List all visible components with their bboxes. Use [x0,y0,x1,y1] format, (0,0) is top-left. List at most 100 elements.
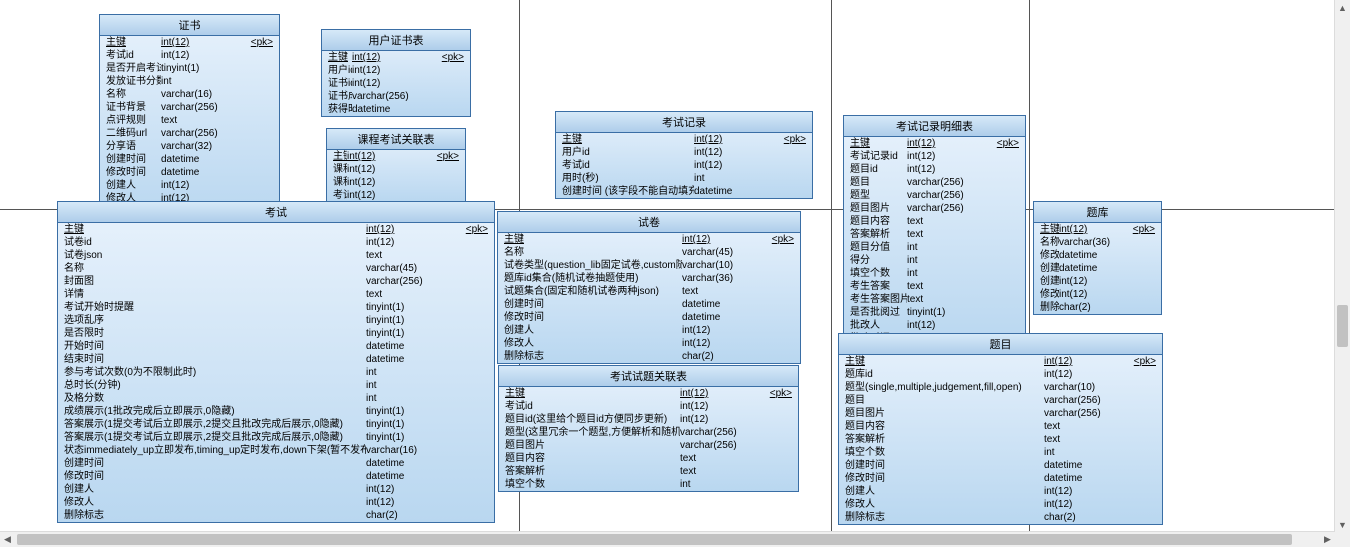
column-type: char(2) [682,350,766,363]
entity-title: 试卷 [498,212,800,233]
column-type: varchar(256) [907,176,991,189]
column-name: 用户id [328,64,352,77]
column-type: tinyint(1) [366,405,460,418]
column-row: 题目图片varchar(256) [844,202,1025,215]
column-type: tinyint(1) [366,418,460,431]
entity-cert[interactable]: 证书主键int(12)<pk>考试idint(12)是否开启考试证书tinyin… [99,14,280,219]
column-name: 主键 [845,355,1044,368]
scroll-up-icon[interactable]: ▲ [1335,0,1350,15]
column-type: int [680,478,764,491]
column-row: 主键int(12)<pk> [498,233,800,246]
column-row: 证书成品图urlvarchar(256) [322,90,470,103]
horizontal-scrollbar[interactable]: ◀ ▶ [0,531,1335,547]
column-name: 考试id [505,400,680,413]
column-row: 考生答案图片集合text [844,293,1025,306]
entity-exam[interactable]: 考试主键int(12)<pk>试卷idint(12)试卷jsontext名称va… [57,201,495,523]
column-row: 创建人int(12) [58,483,494,496]
column-key [1128,472,1156,485]
entity-title: 证书 [100,15,279,36]
column-key [460,353,488,366]
column-key [245,62,273,75]
column-row: 参与考试次数(0为不限制此时)int [58,366,494,379]
column-name: 批改人 [850,319,907,332]
column-type: int(12) [347,176,431,189]
entity-recdetail[interactable]: 考试记录明细表主键int(12)<pk>考试记录idint(12)题目idint… [843,115,1026,346]
column-key: <pk> [766,233,794,246]
column-row: 修改人int(12) [498,337,800,350]
column-name: 答案展示(1提交考试后立即展示,2提交且批改完成后展示,0隐藏) [64,431,366,444]
column-row: 修改时间datetime [498,311,800,324]
column-name: 修改人 [1040,288,1059,301]
column-name: 是否开启考试证书 [106,62,161,75]
entity-courserel[interactable]: 课程考试关联表主键int(12)<pk>课程idint(12)课程类型int(1… [326,128,466,203]
column-key [764,413,792,426]
scroll-thumb[interactable] [1337,305,1348,347]
column-type: int [366,379,460,392]
column-name: 证书背景 [106,101,161,114]
column-type: text [366,249,460,262]
column-row: 分享语varchar(32) [100,140,279,153]
column-name: 名称 [106,88,161,101]
entity-qlib[interactable]: 题库主键int(12)<pk>名称varchar(36)修改时间datetime… [1033,201,1162,315]
column-type: int(12) [352,64,436,77]
column-key [245,179,273,192]
column-name: 状态immediately_up立即发布,timing_up定时发布,down下… [64,444,366,457]
column-type: int(12) [680,387,764,400]
entity-examqrel[interactable]: 考试试题关联表主键int(12)<pk>考试idint(12)题目id(这里给个… [498,365,799,492]
column-name: 试卷json [64,249,366,262]
column-row: 删除标志char(2) [1034,301,1161,314]
column-key [766,259,794,272]
diagram-canvas[interactable]: 证书主键int(12)<pk>考试idint(12)是否开启考试证书tinyin… [0,0,1350,547]
column-name: 填空个数 [845,446,1044,459]
entity-examrec[interactable]: 考试记录主键int(12)<pk>用户idint(12)考试idint(12)用… [555,111,813,199]
column-row: 考试idint(12) [499,400,798,413]
column-row: 主键int(12)<pk> [327,150,465,163]
scroll-down-icon[interactable]: ▼ [1335,517,1350,532]
column-key [460,262,488,275]
column-name: 获得时间 [328,103,352,116]
column-row: 是否开启考试证书tinyint(1) [100,62,279,75]
column-key [991,280,1019,293]
column-row: 答案展示(1提交考试后立即展示,2提交且批改完成后展示,0隐藏)tinyint(… [58,418,494,431]
column-key: <pk> [1128,355,1156,368]
entity-question[interactable]: 题目主键int(12)<pk>题库idint(12)题型(single,mult… [838,333,1163,525]
column-type: text [161,114,245,127]
column-type: int(12) [161,49,245,62]
vertical-scrollbar[interactable]: ▲ ▼ [1334,0,1350,547]
entity-ucert[interactable]: 用户证书表主键int(12)<pk>用户idint(12)证书idint(12)… [321,29,471,117]
column-key [991,267,1019,280]
scroll-right-icon[interactable]: ▶ [1320,532,1335,547]
column-key [460,392,488,405]
column-key [460,483,488,496]
column-row: 答案解析text [844,228,1025,241]
column-key [766,324,794,337]
column-key [991,254,1019,267]
column-key [766,350,794,363]
column-key [1128,511,1156,524]
column-type: varchar(256) [1044,394,1128,407]
entity-paper[interactable]: 试卷主键int(12)<pk>名称varchar(45)试卷类型(questio… [497,211,801,364]
column-row: 状态immediately_up立即发布,timing_up定时发布,down下… [58,444,494,457]
column-type: datetime [682,298,766,311]
column-type: datetime [1059,249,1131,262]
column-key [1131,236,1155,249]
column-row: 题型(single,multiple,judgement,fill,open)v… [839,381,1162,394]
hscroll-thumb[interactable] [17,534,1292,545]
column-name: 修改人 [845,498,1044,511]
column-name: 是否限时 [64,327,366,340]
column-name: 选项乱序 [64,314,366,327]
column-key [460,314,488,327]
column-name: 题目内容 [850,215,907,228]
column-name: 创建时间 [64,457,366,470]
column-key: <pk> [245,36,273,49]
column-name: 删除标志 [504,350,682,363]
column-row: 修改时间datetime [1034,249,1161,262]
column-row: 及格分数int [58,392,494,405]
column-key [1128,368,1156,381]
column-type: varchar(256) [352,90,436,103]
column-name: 填空个数 [505,478,680,491]
scroll-left-icon[interactable]: ◀ [0,532,15,547]
column-name: 题目 [845,394,1044,407]
column-type: datetime [682,311,766,324]
column-name: 答案解析 [845,433,1044,446]
